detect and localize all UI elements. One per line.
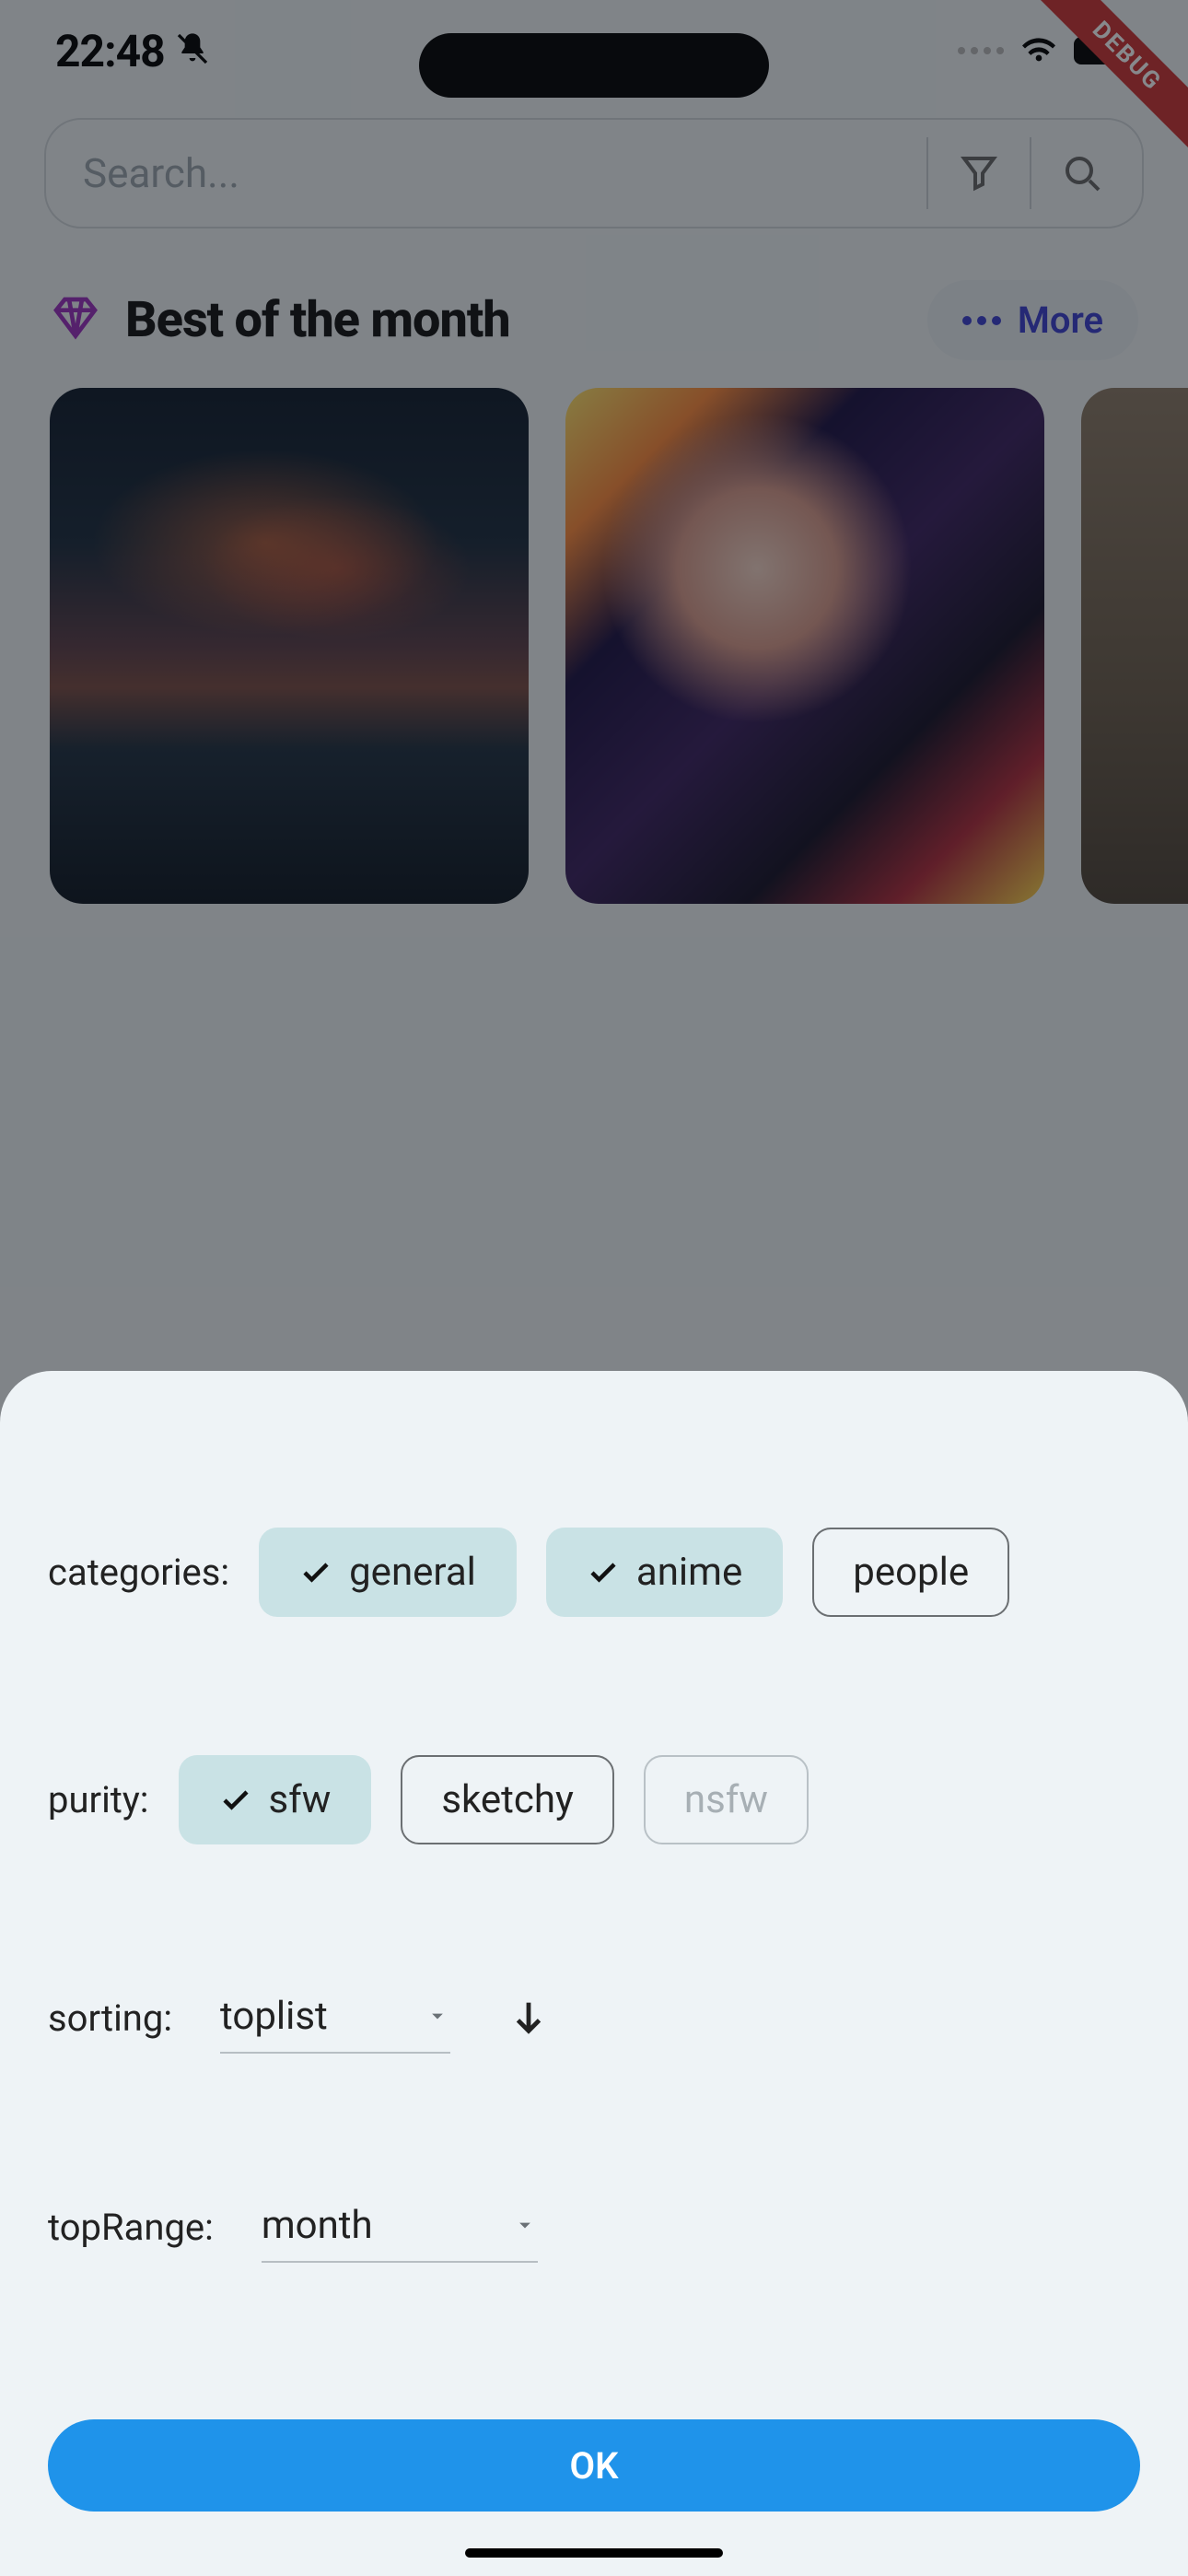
check-icon: [299, 1556, 332, 1589]
chevron-down-icon: [425, 1994, 450, 2039]
toprange-dropdown[interactable]: month: [262, 2192, 538, 2263]
chip-label: people: [853, 1550, 969, 1595]
chevron-down-icon: [512, 2203, 538, 2248]
chip-people[interactable]: people: [812, 1528, 1009, 1617]
sort-direction-button[interactable]: [507, 1996, 550, 2042]
chip-nsfw: nsfw: [644, 1755, 809, 1844]
toprange-row: topRange: month: [48, 2192, 1140, 2263]
ok-button[interactable]: OK: [48, 2419, 1140, 2512]
check-icon: [219, 1784, 252, 1817]
sorting-row: sorting: toplist: [48, 1983, 1140, 2054]
home-indicator[interactable]: [465, 2548, 723, 2558]
chip-label: general: [349, 1550, 476, 1595]
filter-sheet: categories: general anime people purity:…: [0, 1371, 1188, 2576]
purity-row: purity: sfw sketchy nsfw: [48, 1755, 1140, 1844]
chip-sfw[interactable]: sfw: [179, 1755, 372, 1844]
check-icon: [587, 1556, 620, 1589]
chip-label: anime: [636, 1550, 742, 1595]
chip-sketchy[interactable]: sketchy: [401, 1755, 614, 1844]
sorting-label: sorting:: [48, 1996, 172, 2040]
chip-label: sfw: [269, 1777, 332, 1822]
categories-label: categories:: [48, 1551, 229, 1594]
purity-label: purity:: [48, 1778, 149, 1821]
sorting-dropdown[interactable]: toplist: [220, 1983, 450, 2054]
categories-row: categories: general anime people: [48, 1528, 1140, 1617]
dropdown-value: toplist: [220, 1994, 328, 2039]
chip-label: sketchy: [441, 1777, 574, 1822]
dropdown-value: month: [262, 2203, 373, 2248]
chip-label: nsfw: [684, 1777, 768, 1822]
chip-general[interactable]: general: [259, 1528, 517, 1617]
chip-anime[interactable]: anime: [546, 1528, 783, 1617]
toprange-label: topRange:: [48, 2206, 214, 2249]
